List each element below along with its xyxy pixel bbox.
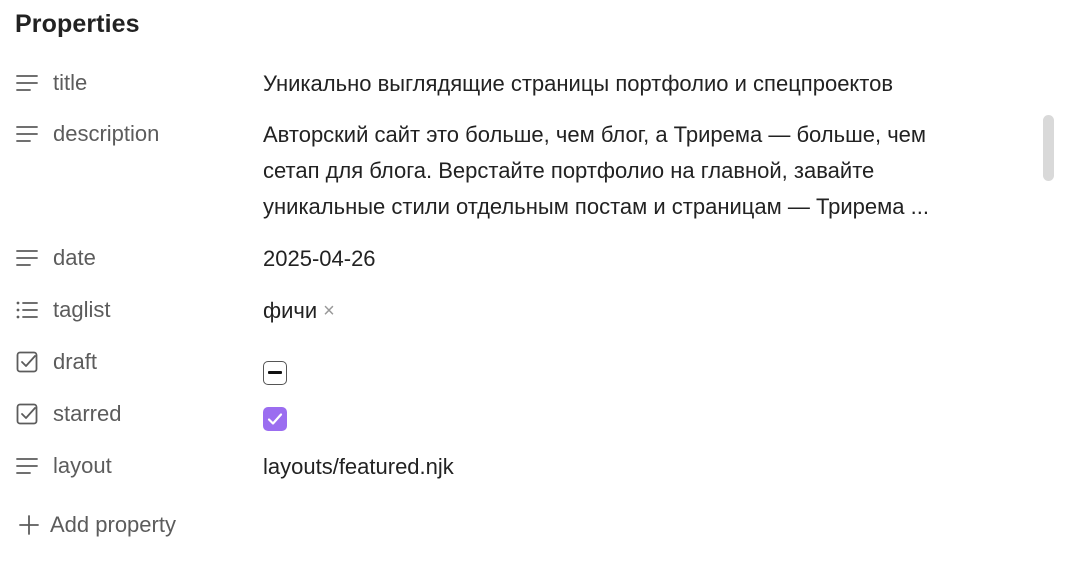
tag-remove-icon[interactable]: ×: [323, 301, 335, 321]
property-label: layout: [53, 453, 112, 478]
text-lines-icon: [14, 70, 40, 96]
property-key-description[interactable]: description: [14, 119, 159, 149]
property-key-layout[interactable]: layout: [14, 451, 112, 481]
property-key-draft[interactable]: draft: [14, 347, 97, 377]
checkmark-icon: [267, 413, 283, 425]
property-key-taglist[interactable]: taglist: [14, 295, 110, 325]
property-label: title: [53, 70, 88, 95]
property-label: starred: [53, 401, 122, 426]
property-label: description: [53, 121, 160, 146]
property-value-date[interactable]: 2025-04-26: [263, 241, 376, 277]
checkbox-icon: [14, 349, 40, 375]
add-property-button[interactable]: Add property: [18, 508, 176, 542]
text-lines-icon: [14, 453, 40, 479]
property-key-starred[interactable]: starred: [14, 399, 121, 429]
list-icon: [14, 297, 40, 323]
tag-label: фичи: [263, 298, 318, 323]
property-value-title[interactable]: Уникально выглядящие страницы портфолио …: [263, 66, 893, 102]
property-key-title[interactable]: title: [14, 68, 87, 98]
plus-icon: [18, 514, 40, 536]
property-value-draft: [263, 349, 287, 385]
starred-checkbox[interactable]: [263, 407, 287, 431]
property-value-starred: [263, 401, 287, 437]
property-label: date: [53, 245, 96, 270]
indeterminate-mark: [268, 371, 282, 374]
property-key-date[interactable]: date: [14, 243, 96, 273]
add-property-label: Add property: [50, 512, 176, 537]
text-lines-icon: [14, 121, 40, 147]
draft-checkbox[interactable]: [263, 360, 287, 385]
property-value-description[interactable]: Авторский сайт это больше, чем блог, а Т…: [263, 117, 983, 225]
property-label: taglist: [53, 297, 111, 322]
property-value-taglist[interactable]: фичи ×: [263, 293, 335, 329]
panel-heading: Properties: [15, 10, 140, 38]
scrollbar-thumb[interactable]: [1043, 115, 1054, 181]
property-label: draft: [53, 349, 98, 374]
tag-pill[interactable]: фичи ×: [263, 293, 335, 329]
text-lines-icon: [14, 245, 40, 271]
properties-panel: Properties title Уникально выглядящие ст…: [0, 0, 1070, 561]
checkbox-icon: [14, 401, 40, 427]
property-value-layout[interactable]: layouts/featured.njk: [263, 449, 454, 485]
